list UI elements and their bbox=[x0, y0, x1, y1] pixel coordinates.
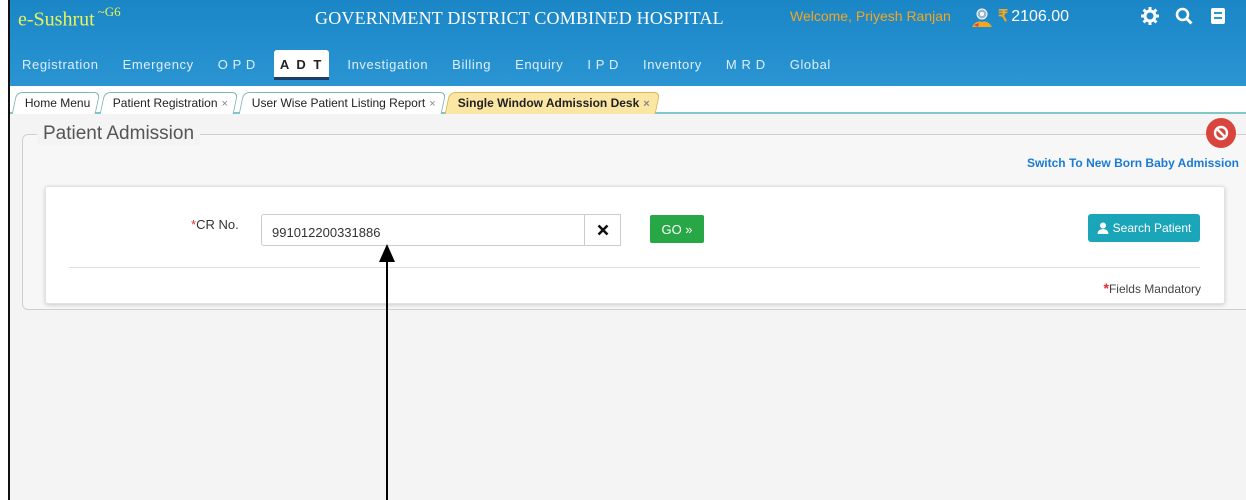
app-window: e-Sushrut ~G6 GOVERNMENT DISTRICT COMBINE… bbox=[8, 0, 1246, 500]
annotation-arrow bbox=[386, 246, 388, 500]
tab-label: Patient Registration bbox=[113, 96, 218, 110]
wallet-balance: ₹2106.00 bbox=[998, 6, 1069, 26]
main-nav: Registration Emergency O P D A D T Inves… bbox=[10, 50, 843, 80]
tab-patient-registration[interactable]: Patient Registration × bbox=[100, 92, 239, 114]
header-tools bbox=[1140, 6, 1228, 26]
cr-label-text: CR No. bbox=[196, 217, 239, 232]
cr-no-input[interactable] bbox=[261, 214, 585, 246]
brand-logo: e-Sushrut ~G6 bbox=[18, 4, 121, 32]
close-icon bbox=[597, 224, 608, 236]
cr-no-label: *CR No. bbox=[191, 217, 239, 232]
search-patient-label: Search Patient bbox=[1112, 221, 1192, 235]
brand-name: e-Sushrut bbox=[18, 8, 95, 31]
nav-billing[interactable]: Billing bbox=[440, 50, 503, 80]
welcome-text: Welcome, Priyesh Ranjan bbox=[790, 8, 951, 24]
nav-ipd[interactable]: I P D bbox=[575, 50, 631, 80]
user-icon bbox=[1097, 222, 1109, 234]
tab-user-wise-patient-listing-report[interactable]: User Wise Patient Listing Report × bbox=[238, 92, 446, 114]
brand-suffix: ~G6 bbox=[97, 4, 121, 19]
tab-home-menu[interactable]: Home Menu bbox=[11, 92, 101, 114]
tab-close-icon[interactable]: × bbox=[644, 98, 650, 110]
panel-title: Patient Admission bbox=[37, 123, 201, 145]
search-icon[interactable] bbox=[1174, 6, 1194, 26]
search-patient-button[interactable]: Search Patient bbox=[1088, 214, 1200, 242]
mandatory-note: *Fields Mandatory bbox=[1104, 280, 1202, 296]
ban-icon bbox=[1213, 125, 1229, 141]
tab-label: Single Window Admission Desk bbox=[458, 96, 640, 110]
gear-icon[interactable] bbox=[1140, 6, 1160, 26]
go-button[interactable]: GO » bbox=[650, 215, 704, 243]
divider bbox=[69, 267, 1200, 268]
nav-inventory[interactable]: Inventory bbox=[631, 50, 714, 80]
hospital-name: GOVERNMENT DISTRICT COMBINED HOSPITAL bbox=[315, 8, 724, 28]
book-icon[interactable] bbox=[1208, 6, 1228, 26]
tab-list: Home Menu Patient Registration × User Wis… bbox=[11, 92, 661, 114]
nav-enquiry[interactable]: Enquiry bbox=[503, 50, 575, 80]
nav-emergency[interactable]: Emergency bbox=[111, 50, 206, 80]
rupee-icon: ₹ bbox=[998, 8, 1009, 25]
cr-search-card: *CR No. GO » Search Patient *Fields Mand… bbox=[45, 186, 1225, 304]
tab-label: Home Menu bbox=[24, 96, 91, 110]
nav-mrd[interactable]: M R D bbox=[714, 50, 778, 80]
tab-single-window-admission-desk[interactable]: Single Window Admission Desk × bbox=[445, 92, 661, 114]
balance-amount: 2106.00 bbox=[1011, 8, 1070, 25]
mandatory-text: Fields Mandatory bbox=[1108, 282, 1201, 296]
nav-registration[interactable]: Registration bbox=[10, 50, 111, 80]
nav-adt[interactable]: A D T bbox=[273, 50, 330, 80]
close-panel-button[interactable] bbox=[1206, 118, 1236, 148]
nav-opd[interactable]: O P D bbox=[206, 50, 268, 80]
nav-investigation[interactable]: Investigation bbox=[335, 50, 440, 80]
top-header: e-Sushrut ~G6 GOVERNMENT DISTRICT COMBINE… bbox=[10, 0, 1246, 86]
patient-admission-panel: Patient Admission Switch To New Born Bab… bbox=[22, 118, 1246, 310]
tab-close-icon[interactable]: × bbox=[222, 98, 228, 110]
user-badge-icon bbox=[972, 8, 992, 27]
clear-input-button[interactable] bbox=[585, 214, 621, 246]
tab-label: User Wise Patient Listing Report bbox=[251, 96, 425, 110]
tab-close-icon[interactable]: × bbox=[429, 98, 435, 110]
switch-newborn-link[interactable]: Switch To New Born Baby Admission bbox=[1027, 156, 1239, 170]
tab-bar: Home Menu Patient Registration × User Wis… bbox=[10, 86, 1246, 114]
nav-global[interactable]: Global bbox=[778, 50, 843, 80]
